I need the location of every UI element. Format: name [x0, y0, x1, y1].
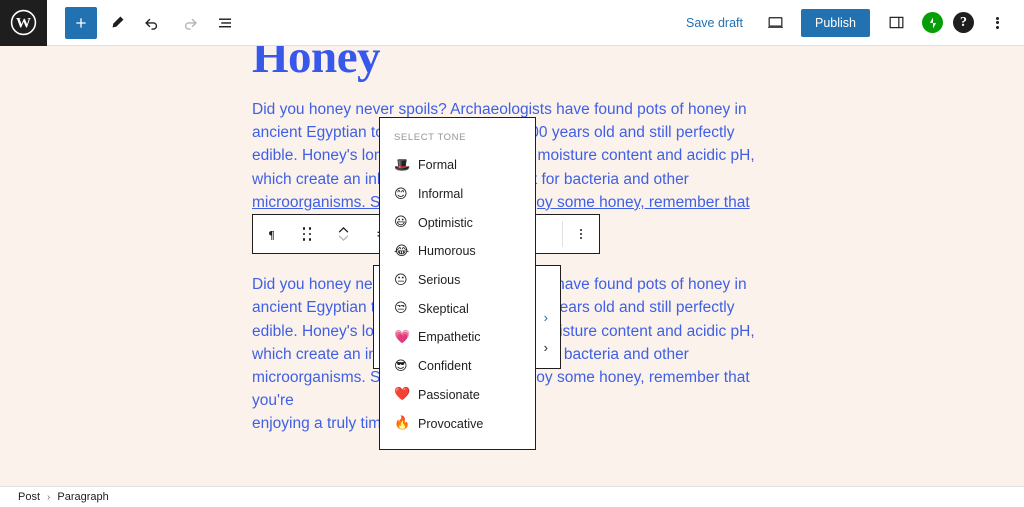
tone-option-confident-label: Confident: [418, 359, 472, 374]
plus-icon: [76, 17, 86, 28]
redo-icon: [184, 18, 197, 30]
svg-text:W: W: [16, 15, 31, 32]
drag-handle-icon: [302, 227, 312, 241]
select-tone-panel: Select tone 🎩 Formal 😊 Informal 😃 Optimi…: [379, 117, 536, 450]
wordpress-logo[interactable]: W: [0, 0, 47, 46]
laughing-face-icon: 😂: [394, 243, 410, 259]
list-view-icon: [219, 18, 231, 27]
smiling-face-icon: 😊: [394, 186, 408, 202]
page-title[interactable]: Honey: [252, 46, 772, 84]
block-options-button[interactable]: [563, 215, 599, 253]
breadcrumb: Post › Paragraph: [0, 486, 1024, 507]
help-button[interactable]: ?: [953, 12, 974, 33]
tone-option-confident[interactable]: 😎 Confident: [380, 352, 535, 381]
document-overview-button[interactable]: [209, 7, 241, 39]
chevron-right-icon: ›: [543, 309, 548, 325]
red-heart-icon: ❤️: [394, 387, 411, 403]
breadcrumb-item-post[interactable]: Post: [18, 491, 40, 503]
save-draft-button[interactable]: Save draft: [680, 12, 749, 34]
question-mark-icon: ?: [960, 14, 967, 30]
tone-option-informal[interactable]: 😊 Informal: [380, 180, 535, 209]
tone-option-provocative-label: Provocative: [418, 416, 484, 431]
redo-button[interactable]: [173, 7, 205, 39]
tone-option-humorous[interactable]: 😂 Humorous: [380, 237, 535, 266]
tone-option-serious[interactable]: 😐 Serious: [380, 266, 535, 295]
tone-option-empathetic-label: Empathetic: [418, 330, 481, 345]
tone-option-optimistic[interactable]: 😃 Optimistic: [380, 208, 535, 237]
more-options-icon: [995, 15, 999, 30]
top-bar-right-tools: Save draft Publish ?: [680, 7, 1024, 39]
tone-option-informal-label: Informal: [418, 187, 464, 202]
top-hat-icon: 🎩: [394, 157, 411, 173]
unamused-face-icon: 😒: [394, 301, 408, 317]
preview-button[interactable]: [759, 7, 791, 39]
tone-option-passionate-label: Passionate: [418, 387, 480, 402]
select-tone-heading: Select tone: [394, 132, 467, 143]
paragraph-icon: ¶: [268, 229, 274, 241]
top-bar-left-tools: [47, 6, 241, 39]
svg-text:¶: ¶: [268, 229, 274, 241]
publish-button[interactable]: Publish: [801, 8, 870, 37]
block-drag-handle[interactable]: [289, 227, 325, 241]
add-block-button[interactable]: [65, 6, 97, 39]
breadcrumb-separator: ›: [47, 491, 51, 503]
tone-option-skeptical[interactable]: 😒 Skeptical: [380, 294, 535, 323]
tone-option-empathetic[interactable]: 💗 Empathetic: [380, 323, 535, 352]
neutral-face-icon: 😐: [394, 272, 408, 288]
tone-option-optimistic-label: Optimistic: [418, 215, 473, 230]
jetpack-button[interactable]: [922, 12, 943, 33]
undo-button[interactable]: [137, 7, 169, 39]
tone-option-formal-label: Formal: [418, 158, 457, 173]
edit-tool-button[interactable]: [101, 7, 133, 39]
block-move-buttons[interactable]: [325, 223, 361, 245]
settings-sidebar-button[interactable]: [880, 7, 912, 39]
pencil-icon: [112, 16, 123, 28]
fire-icon: 🔥: [394, 416, 411, 432]
sidebar-toggle-icon: [889, 16, 903, 29]
tone-option-humorous-label: Humorous: [418, 244, 476, 259]
tone-option-passionate[interactable]: ❤️ Passionate: [380, 381, 535, 410]
more-options-button[interactable]: [984, 8, 1010, 38]
sunglasses-face-icon: 😎: [394, 358, 408, 374]
undo-icon: [145, 18, 158, 30]
jetpack-icon: [929, 16, 936, 29]
editor-top-bar: W Save draft Publish ?: [0, 0, 1024, 46]
wordpress-block-editor: W Save draft Publish ? Honey Did you hon…: [0, 0, 1024, 507]
tone-option-provocative[interactable]: 🔥 Provocative: [380, 409, 535, 438]
editor-canvas: Honey Did you honey never spoils? Archae…: [0, 46, 1024, 486]
breadcrumb-item-paragraph[interactable]: Paragraph: [57, 491, 108, 503]
desktop-preview-icon: [767, 17, 783, 28]
tone-option-serious-label: Serious: [418, 273, 461, 288]
paragraph-1-line-1: Did you honey never spoils? Archaeologis…: [252, 101, 747, 119]
block-options-icon: [579, 227, 583, 241]
tone-option-skeptical-label: Skeptical: [418, 301, 469, 316]
block-type-button[interactable]: ¶: [253, 227, 289, 242]
pink-heart-icon: 💗: [394, 329, 411, 345]
move-up-down-icon: [338, 226, 348, 242]
grinning-face-icon: 😃: [394, 215, 408, 231]
tone-option-formal[interactable]: 🎩 Formal: [380, 151, 535, 180]
chevron-right-icon-2: ›: [543, 339, 548, 355]
